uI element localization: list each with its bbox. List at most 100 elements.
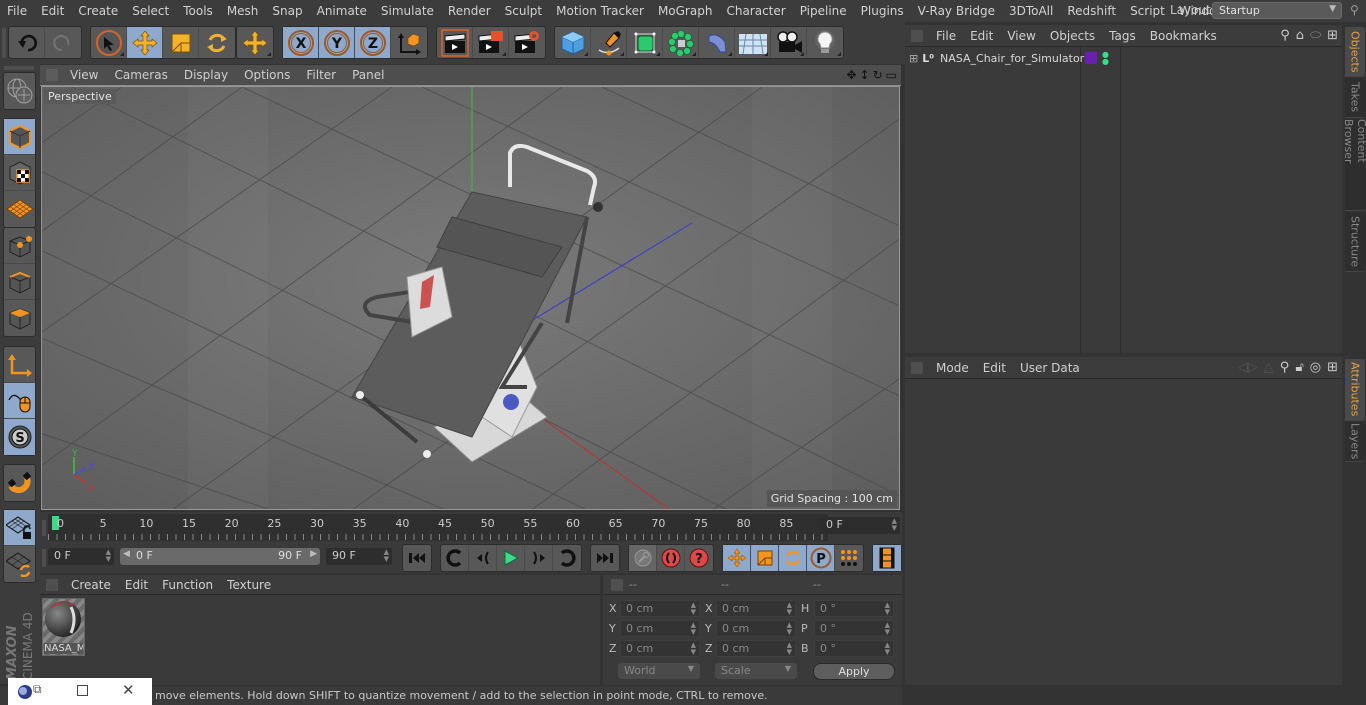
attribute-menu-mode[interactable]: Mode [929,361,976,375]
object-menu-file[interactable]: File [929,29,963,43]
left-toolbar-grip[interactable] [4,66,34,70]
axis-mode-button[interactable] [4,347,35,383]
menu-3dtoall[interactable]: 3DToAll [1002,4,1060,18]
pen-button[interactable] [591,27,627,58]
viewport-menu-options[interactable]: Options [236,68,298,82]
visibility-dots-icon[interactable]: ● ● [1102,51,1109,66]
menu-render[interactable]: Render [441,4,498,18]
polygons-mode-button[interactable] [4,300,35,336]
object-menu-bookmarks[interactable]: Bookmarks [1143,29,1224,43]
x-axis-lock-button[interactable]: X [283,27,319,58]
material-tag-icon[interactable] [1085,52,1097,64]
attribute-menu-edit[interactable]: Edit [976,361,1013,375]
end-frame-field[interactable]: 90 F ▲ ▼ [326,548,392,565]
size-y-field[interactable]: 0 cm ▲ ▼ [716,620,796,637]
search-icon[interactable]: ⚲ [1350,3,1359,17]
lock-icon[interactable]: 🔓︎ [1295,360,1303,375]
position-track-button[interactable] [723,545,751,571]
menu-pipeline[interactable]: Pipeline [793,4,854,18]
object-name[interactable]: NASA_Chair_for_Simulator [940,52,1084,65]
tab-content-browser[interactable]: Content Browser [1342,119,1366,211]
solo-mode-button[interactable]: S [4,419,35,455]
material-menu-create[interactable]: Create [64,578,118,592]
layout-select[interactable]: Startup ▼ [1212,2,1342,19]
menu-simulate[interactable]: Simulate [374,4,441,18]
home-icon[interactable]: ⌂ [1296,28,1304,43]
frame-range-slider[interactable]: ◀ 0 F 90 F ▶ [120,548,320,565]
light-button[interactable] [807,27,843,58]
menu-animate[interactable]: Animate [310,4,374,18]
material-manager-grip[interactable] [46,578,58,591]
render-view-button[interactable] [437,27,473,58]
go-to-end-button[interactable] [591,545,619,571]
viewport-grip[interactable] [46,69,58,81]
menu-motion-tracker[interactable]: Motion Tracker [549,4,651,18]
object-menu-tags[interactable]: Tags [1102,29,1143,43]
model-mode-button[interactable] [4,119,35,155]
size-x-field[interactable]: 0 cm ▲ ▼ [716,600,796,617]
target-icon[interactable]: ◎ [1310,360,1321,375]
rotation-track-button[interactable] [779,545,807,571]
edges-mode-button[interactable] [4,264,35,300]
spinner-icon[interactable]: ▲ ▼ [106,549,111,563]
workplane-mode-button[interactable] [4,191,35,227]
range-left-arrow-icon[interactable]: ◀ [123,549,130,559]
deformer-button[interactable] [699,27,735,58]
attribute-menu-user-data[interactable]: User Data [1013,361,1087,375]
new-panel-icon[interactable]: ⊞ [1327,360,1338,375]
recent-tool-button[interactable] [237,27,273,58]
zoom-view-icon[interactable]: ↕ [860,68,870,82]
current-frame-field[interactable]: 0 F ▲ ▼ [820,517,900,534]
rotate-tool-button[interactable] [199,27,235,58]
start-frame-field[interactable]: 0 F ▲ ▼ [48,548,114,565]
object-manager-grip[interactable] [911,29,923,42]
timeline-grip[interactable] [42,520,46,536]
viewport-menu-cameras[interactable]: Cameras [106,68,175,82]
material-menu-texture[interactable]: Texture [220,578,278,592]
toolbar-grip[interactable] [2,28,6,58]
cinema4d-app-icon[interactable] [17,684,33,700]
live-selection-button[interactable] [91,27,127,58]
scale-tool-button[interactable] [163,27,199,58]
viewport-perspective[interactable]: Perspective Y Z X Grid Spacing : 100 cm [41,86,900,510]
position-z-field[interactable]: 0 cm ▲ ▼ [620,640,700,657]
viewport-menu-panel[interactable]: Panel [344,68,392,82]
texture-mode-button[interactable] [4,155,35,191]
rotation-h-field[interactable]: 0 ° ▲ ▼ [814,600,894,617]
maximize-window-icon[interactable] [77,685,88,696]
play-button[interactable] [497,545,525,571]
restore-window-icon[interactable]: ⧉ [33,682,42,697]
snapping-button[interactable] [4,465,35,501]
subdivision-surface-button[interactable] [627,27,663,58]
parameter-track-button[interactable]: P [807,545,835,571]
workplane-align-button[interactable] [4,546,35,582]
new-panel-icon[interactable]: ⊞ [1327,28,1338,43]
coordinate-system-button[interactable] [391,27,427,58]
floor-button[interactable] [735,27,771,58]
menu-mograph[interactable]: MoGraph [651,4,720,18]
timeline-ruler[interactable]: 051015202530354045505560657075808590 [48,514,836,541]
object-menu-view[interactable]: View [1000,29,1042,43]
make-editable-button[interactable] [4,73,35,109]
object-row[interactable]: ⊞ L⁰ NASA_Chair_for_Simulator ● ● [905,48,1342,69]
menu-vray-bridge[interactable]: V-Ray Bridge [911,4,1002,18]
apply-button[interactable]: Apply [813,663,895,680]
go-to-start-button[interactable] [403,545,431,571]
search-icon[interactable]: ⚲ [1280,360,1290,375]
transport-grip[interactable] [42,549,46,567]
viewport-menu-filter[interactable]: Filter [298,68,344,82]
back-arrow-icon[interactable]: ◁▷ [1238,360,1258,375]
material-menu-function[interactable]: Function [155,578,220,592]
close-window-icon[interactable]: ✕ [122,681,135,699]
menu-create[interactable]: Create [71,4,125,18]
scale-track-button[interactable] [751,545,779,571]
tab-takes[interactable]: Takes [1345,78,1365,118]
tab-structure[interactable]: Structure [1345,212,1365,272]
menu-sculpt[interactable]: Sculpt [498,4,549,18]
tab-attributes[interactable]: Attributes [1345,359,1365,421]
tab-objects[interactable]: Objects [1345,27,1365,77]
menu-mesh[interactable]: Mesh [220,4,266,18]
coordinate-space-dropdown[interactable]: World ▼ [618,663,700,679]
rotation-b-field[interactable]: 0 ° ▲ ▼ [814,640,894,657]
menu-character[interactable]: Character [719,4,792,18]
